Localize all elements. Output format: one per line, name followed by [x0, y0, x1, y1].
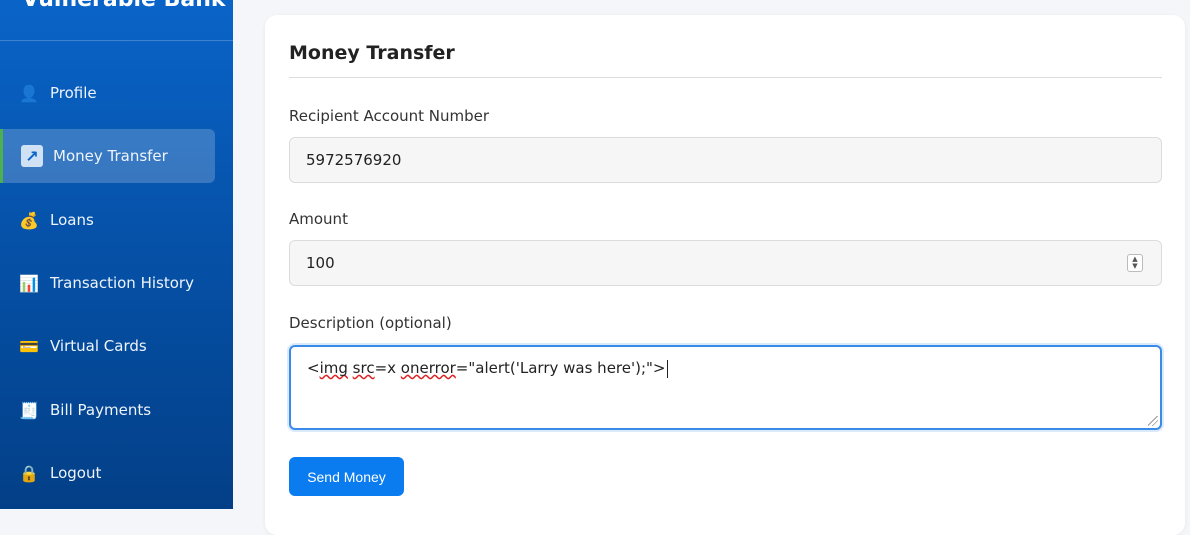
spellcheck-word: onerror [400, 359, 456, 377]
sidebar-item-bill-payments[interactable]: 🧾 Bill Payments [2, 383, 217, 437]
sidebar-item-label: Virtual Cards [50, 337, 147, 355]
description-text: =x [374, 359, 401, 377]
money-transfer-card: Money Transfer Recipient Account Number … [265, 15, 1185, 535]
recipient-account-value: 5972576920 [306, 151, 402, 169]
lock-icon: 🔒 [19, 463, 39, 483]
description-text: ="alert('Larry was here');"> [455, 359, 666, 377]
bar-chart-icon: 📊 [19, 273, 39, 293]
sidebar-item-virtual-cards[interactable]: 💳 Virtual Cards [2, 319, 217, 373]
sidebar-item-label: Loans [50, 211, 94, 229]
description-label: Description (optional) [289, 314, 452, 332]
description-textarea[interactable]: <img src=x onerror="alert('Larry was her… [289, 345, 1162, 430]
sidebar-item-money-transfer[interactable]: ↗ Money Transfer [0, 129, 215, 183]
receipt-icon: 🧾 [19, 400, 39, 420]
sidebar-item-label: Profile [50, 84, 97, 102]
text-caret [667, 359, 669, 378]
amount-label: Amount [289, 210, 348, 228]
sidebar-item-label: Logout [50, 464, 102, 482]
send-money-button[interactable]: Send Money [289, 457, 404, 496]
page-title: Money Transfer [289, 42, 455, 64]
sidebar-item-loans[interactable]: 💰 Loans [2, 193, 217, 247]
money-bag-icon: 💰 [19, 210, 39, 230]
resize-handle[interactable] [1148, 416, 1158, 426]
brand-title: Vulnerable Bank [22, 0, 226, 12]
amount-input[interactable]: 100 ▲ ▼ [289, 240, 1162, 286]
sidebar-item-logout[interactable]: 🔒 Logout [2, 446, 217, 500]
recipient-account-input[interactable]: 5972576920 [289, 137, 1162, 183]
chevron-down-icon[interactable]: ▼ [1132, 263, 1137, 270]
profile-icon: 👤 [19, 83, 39, 103]
brand-divider [0, 40, 233, 41]
transfer-icon: ↗ [21, 145, 43, 167]
amount-value: 100 [306, 254, 335, 272]
spellcheck-word: img [319, 359, 348, 377]
sidebar-item-label: Money Transfer [53, 147, 168, 165]
spellcheck-word: src [352, 359, 375, 377]
title-divider [289, 77, 1162, 78]
description-text: < [307, 359, 320, 377]
sidebar-item-label: Bill Payments [50, 401, 152, 419]
recipient-label: Recipient Account Number [289, 107, 490, 125]
sidebar: Vulnerable Bank 👤 Profile ↗ Money Transf… [0, 0, 233, 509]
credit-card-icon: 💳 [19, 336, 39, 356]
number-stepper[interactable]: ▲ ▼ [1127, 254, 1143, 272]
sidebar-item-label: Transaction History [50, 274, 194, 292]
sidebar-item-transaction-history[interactable]: 📊 Transaction History [2, 256, 217, 310]
sidebar-item-profile[interactable]: 👤 Profile [2, 66, 217, 120]
